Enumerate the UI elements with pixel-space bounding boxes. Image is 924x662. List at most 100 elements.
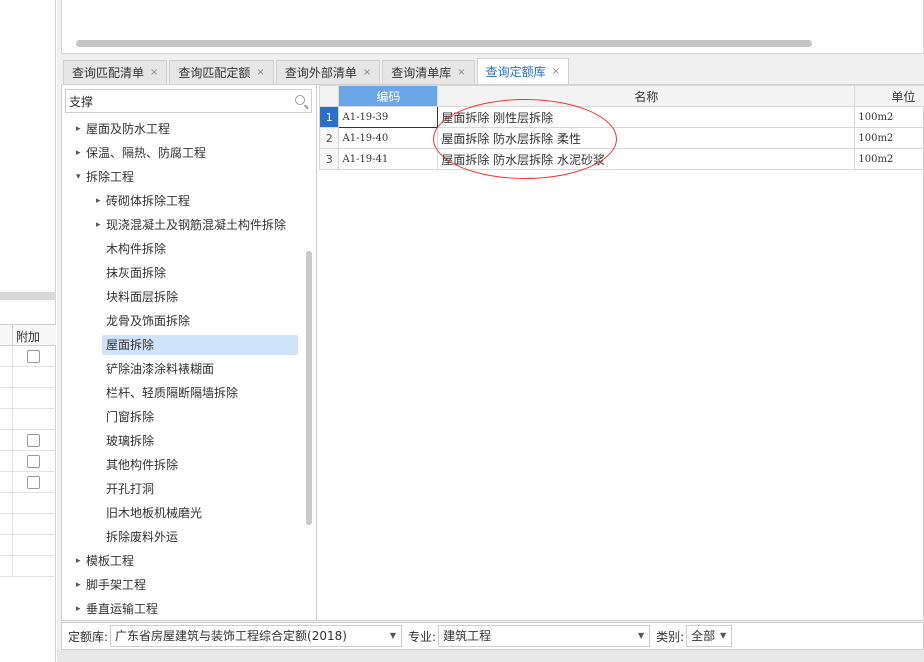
tab-match-bill[interactable]: 查询匹配清单 × bbox=[63, 60, 168, 84]
tab-content: ▸ 屋面及防水工程 ▸ 保温、隔热、防腐工程 ▾ 拆除工程 ▸ 砖砌体拆除工程 ▸ 现浇混凝土及钢… bbox=[61, 84, 924, 621]
query-panel: 查询匹配清单 × 查询匹配定额 × 查询外部清单 × 查询清单库 × 查询定额库 × ▸ 屋… bbox=[57, 0, 924, 662]
tree-node-label: 保温、隔热、防腐工程 bbox=[86, 146, 207, 160]
tree-node-label: 木构件拆除 bbox=[106, 242, 167, 256]
attach-checkbox[interactable] bbox=[27, 476, 40, 489]
tab-match-quota[interactable]: 查询匹配定额 × bbox=[169, 60, 274, 84]
tree-node[interactable]: 其他构件拆除 bbox=[62, 453, 302, 477]
tree-node-label: 玻璃拆除 bbox=[106, 434, 155, 448]
table-row[interactable]: 1 A1-19-39 屋面拆除 刚性层拆除 100m2 bbox=[319, 106, 924, 128]
caret-right-icon[interactable]: ▸ bbox=[76, 117, 81, 141]
unit-cell[interactable]: 100m2 bbox=[854, 127, 924, 149]
quota-library-select[interactable]: 广东省房屋建筑与装饰工程综合定额(2018) ▼ bbox=[110, 625, 403, 647]
tab-label: 查询匹配定额 bbox=[178, 66, 251, 80]
close-icon[interactable]: × bbox=[363, 67, 371, 78]
major-label: 专业: bbox=[408, 629, 437, 644]
tree-node-label: 拆除工程 bbox=[86, 170, 135, 184]
grid-header-row: 编码 名称 单位 bbox=[319, 85, 924, 107]
tree-node[interactable]: 门窗拆除 bbox=[62, 405, 302, 429]
tree-node-label: 抹灰面拆除 bbox=[106, 266, 167, 280]
unit-cell[interactable]: 100m2 bbox=[854, 106, 924, 128]
code-cell[interactable]: A1-19-41 bbox=[338, 148, 439, 170]
tab-bar: 查询匹配清单 × 查询匹配定额 × 查询外部清单 × 查询清单库 × 查询定额库 × bbox=[63, 58, 570, 84]
code-cell[interactable]: A1-19-39 bbox=[338, 106, 439, 128]
tree-node[interactable]: 抹灰面拆除 bbox=[62, 261, 302, 285]
column-header-unit[interactable]: 单位 bbox=[854, 85, 924, 107]
major-value: 建筑工程 bbox=[443, 629, 492, 643]
tab-bill-library[interactable]: 查询清单库 × bbox=[382, 60, 475, 84]
tab-label: 查询外部清单 bbox=[284, 66, 357, 80]
tree-node[interactable]: ▸ 屋面及防水工程 bbox=[62, 117, 302, 141]
category-select[interactable]: 全部 ▼ bbox=[686, 625, 733, 647]
tree-node-label: 门窗拆除 bbox=[106, 410, 155, 424]
category-tree: ▸ 屋面及防水工程 ▸ 保温、隔热、防腐工程 ▾ 拆除工程 ▸ 砖砌体拆除工程 ▸ 现浇混凝土及钢… bbox=[62, 117, 302, 621]
tree-node-label: 脚手架工程 bbox=[86, 578, 147, 592]
search-icon[interactable] bbox=[295, 95, 305, 105]
chevron-down-icon: ▼ bbox=[637, 631, 645, 640]
close-icon[interactable]: × bbox=[457, 67, 465, 78]
tree-node[interactable]: ▾ 拆除工程 bbox=[62, 165, 302, 189]
attach-checkbox[interactable] bbox=[27, 434, 40, 447]
tree-node[interactable]: 开孔打洞 bbox=[62, 477, 302, 501]
tree-node[interactable]: ▸ 垂直运输工程 bbox=[62, 597, 302, 621]
tab-external-bill[interactable]: 查询外部清单 × bbox=[275, 60, 381, 84]
tab-quota-library[interactable]: 查询定额库 × bbox=[476, 58, 570, 84]
caret-right-icon[interactable]: ▸ bbox=[96, 189, 101, 213]
search-input[interactable] bbox=[66, 90, 286, 112]
quota-library-value: 广东省房屋建筑与装饰工程综合定额(2018) bbox=[115, 629, 347, 643]
category-label: 类别: bbox=[656, 629, 685, 644]
tree-scrollbar[interactable] bbox=[306, 251, 312, 525]
row-number[interactable]: 2 bbox=[319, 127, 340, 149]
tree-node[interactable]: 龙骨及饰面拆除 bbox=[62, 309, 302, 333]
left-partial-panel: 附加 bbox=[0, 0, 56, 662]
column-header-code[interactable]: 编码 bbox=[338, 85, 439, 107]
attach-checkbox[interactable] bbox=[27, 350, 40, 363]
horizontal-scrollbar[interactable] bbox=[76, 40, 812, 47]
tree-node[interactable]: ▸ 脚手架工程 bbox=[62, 573, 302, 597]
tree-node-label: 现浇混凝土及钢筋混凝土构件拆除 bbox=[106, 218, 287, 232]
tree-node[interactable]: ▸ 保温、隔热、防腐工程 bbox=[62, 141, 302, 165]
row-number[interactable]: 1 bbox=[319, 106, 340, 128]
tree-node[interactable]: ▸ 砖砌体拆除工程 bbox=[62, 189, 302, 213]
table-row[interactable]: 3 A1-19-41 屋面拆除 防水层拆除 水泥砂浆 100m2 bbox=[319, 148, 924, 170]
tree-node[interactable]: 屋面拆除 bbox=[62, 333, 302, 357]
close-icon[interactable]: × bbox=[256, 67, 264, 78]
chevron-down-icon: ▼ bbox=[719, 631, 727, 640]
caret-right-icon[interactable]: ▸ bbox=[76, 549, 81, 573]
left-grid-row bbox=[0, 367, 56, 388]
left-grid-row bbox=[0, 493, 56, 514]
caret-right-icon[interactable]: ▸ bbox=[76, 597, 81, 621]
tree-node[interactable]: 玻璃拆除 bbox=[62, 429, 302, 453]
left-grid-row bbox=[0, 430, 56, 451]
close-icon[interactable]: × bbox=[150, 67, 158, 78]
left-grid-row bbox=[0, 388, 56, 409]
table-row[interactable]: 2 A1-19-40 屋面拆除 防水层拆除 柔性 100m2 bbox=[319, 127, 924, 149]
caret-right-icon[interactable]: ▸ bbox=[96, 213, 101, 237]
tab-label: 查询匹配清单 bbox=[72, 66, 145, 80]
attach-checkbox[interactable] bbox=[27, 455, 40, 468]
tree-node-label: 块料面层拆除 bbox=[106, 290, 179, 304]
tree-node[interactable]: 旧木地板机械磨光 bbox=[62, 501, 302, 525]
tree-node[interactable]: 铲除油漆涂料裱糊面 bbox=[62, 357, 302, 381]
caret-down-icon[interactable]: ▾ bbox=[76, 165, 81, 189]
row-number[interactable]: 3 bbox=[319, 148, 340, 170]
tree-node[interactable]: 块料面层拆除 bbox=[62, 285, 302, 309]
caret-right-icon[interactable]: ▸ bbox=[76, 141, 81, 165]
splitter[interactable] bbox=[0, 292, 56, 300]
code-cell[interactable]: A1-19-40 bbox=[338, 127, 439, 149]
tree-node-label: 拆除废料外运 bbox=[106, 530, 179, 544]
tree-node[interactable]: 木构件拆除 bbox=[62, 237, 302, 261]
left-grid-row bbox=[0, 514, 56, 535]
quota-grid: 编码 名称 单位 1 A1-19-39 屋面拆除 刚性层拆除 100m2 2 A1-19-… bbox=[319, 85, 924, 620]
tree-node[interactable]: ▸ 现浇混凝土及钢筋混凝土构件拆除 bbox=[62, 213, 302, 237]
caret-right-icon[interactable]: ▸ bbox=[76, 573, 81, 597]
category-value: 全部 bbox=[691, 629, 716, 643]
tree-node-label: 其他构件拆除 bbox=[106, 458, 179, 472]
annotation-ellipse bbox=[433, 99, 617, 179]
tree-node[interactable]: 栏杆、轻质隔断隔墙拆除 bbox=[62, 381, 302, 405]
tree-node[interactable]: ▸ 模板工程 bbox=[62, 549, 302, 573]
unit-cell[interactable]: 100m2 bbox=[854, 148, 924, 170]
close-icon[interactable]: × bbox=[552, 66, 560, 77]
tree-node-label: 屋面拆除 bbox=[106, 338, 155, 352]
major-select[interactable]: 建筑工程 ▼ bbox=[438, 625, 651, 647]
tree-node[interactable]: 拆除废料外运 bbox=[62, 525, 302, 549]
